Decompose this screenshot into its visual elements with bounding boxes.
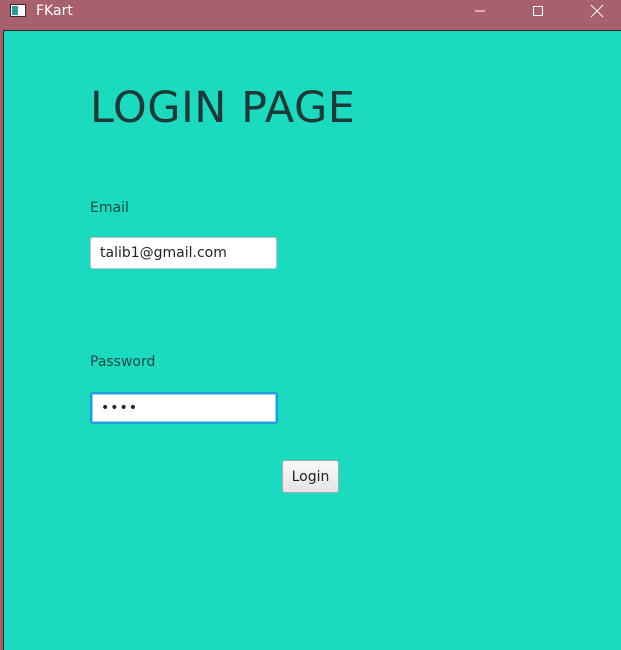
window-app-icon — [10, 4, 26, 17]
login-button[interactable]: Login — [282, 460, 339, 493]
email-label: Email — [90, 200, 129, 216]
maximize-button[interactable] — [515, 0, 561, 22]
close-icon — [590, 4, 604, 18]
maximize-icon — [533, 6, 543, 16]
password-label: Password — [90, 354, 156, 370]
email-field[interactable] — [90, 237, 277, 269]
close-button[interactable] — [574, 0, 620, 22]
login-form: LOGIN PAGE Email Password Login — [3, 30, 621, 650]
window-title: FKart — [36, 3, 73, 19]
password-field[interactable] — [90, 392, 278, 424]
title-bar[interactable]: FKart — [0, 0, 621, 30]
page-title: LOGIN PAGE — [90, 83, 356, 133]
app-window: FKart LOGIN PAGE Email Password Login — [0, 0, 621, 650]
minimize-button[interactable] — [457, 0, 503, 22]
minimize-icon — [475, 10, 485, 12]
